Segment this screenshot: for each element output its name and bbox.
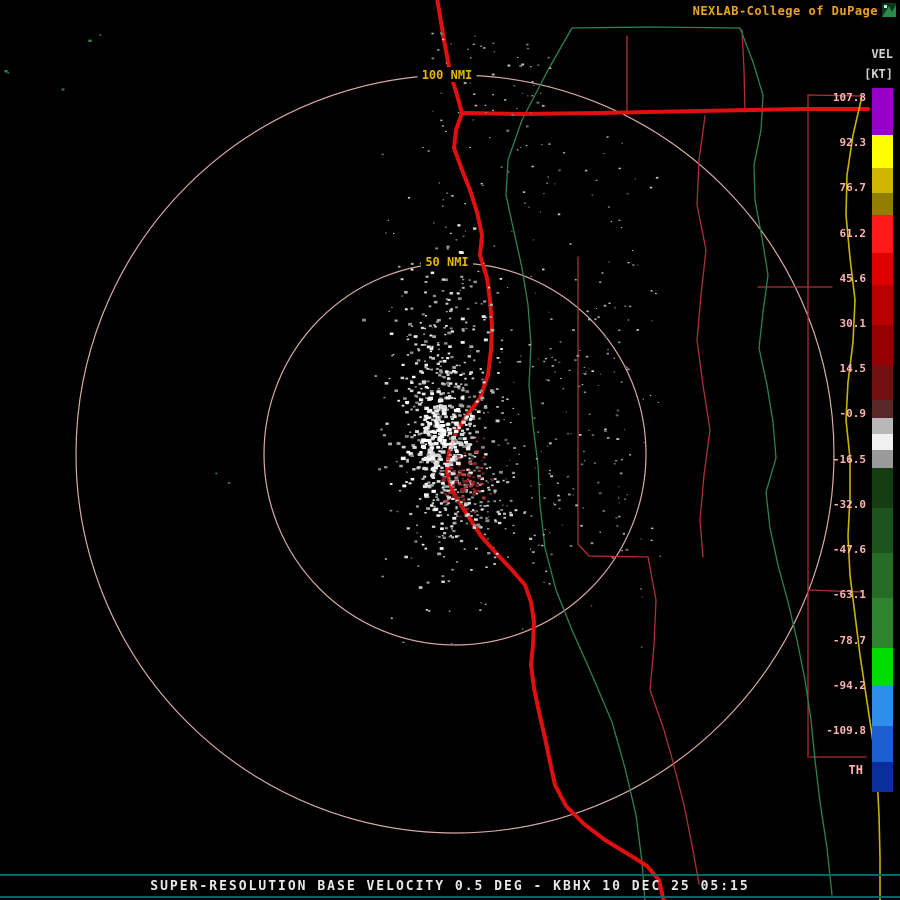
radar-app: 50 NMI 100 NMI NEXLAB-College of DuPage V… [0, 0, 900, 900]
radar-map: 50 NMI 100 NMI [4, 0, 881, 900]
colorbar-segment [872, 418, 893, 434]
legend-threshold-label: TH [848, 763, 863, 777]
colorbar-segment [872, 365, 893, 400]
colorbar-segment [872, 193, 893, 215]
legend-units: [KT] [864, 67, 893, 81]
brand-text: NEXLAB-College of DuPage [692, 4, 878, 18]
colorbar-segment [872, 762, 893, 792]
colorbar-segment [872, 598, 893, 648]
colorbar-segment [872, 400, 893, 418]
colorbar-segment [872, 88, 893, 135]
legend-title: VEL [871, 47, 893, 61]
svg-text:50 NMI: 50 NMI [425, 255, 468, 269]
colorbar-segment [872, 686, 893, 726]
colorbar-segment [872, 434, 893, 450]
highway-101 [435, 0, 870, 900]
svg-text:100 NMI: 100 NMI [422, 68, 473, 82]
colorbar-segment [872, 648, 893, 686]
colorbar-segment [872, 168, 893, 193]
colorbar-segment [872, 553, 893, 598]
colorbar-segment [872, 285, 893, 325]
cod-logo-icon [882, 3, 896, 17]
velocity-colorbar [872, 88, 893, 792]
colorbar-segment [872, 215, 893, 253]
colorbar-segment [872, 450, 893, 468]
radar-echoes [4, 32, 661, 648]
range-ring-labels: 50 NMI 100 NMI [417, 67, 477, 269]
rivers-forest-boundaries [505, 26, 833, 900]
colorbar-segment [872, 135, 893, 168]
colorbar-segment [872, 468, 893, 508]
colorbar-segment [872, 726, 893, 762]
colorbar-segment [872, 325, 893, 365]
colorbar-segment [872, 508, 893, 553]
colorbar-segment [872, 253, 893, 285]
